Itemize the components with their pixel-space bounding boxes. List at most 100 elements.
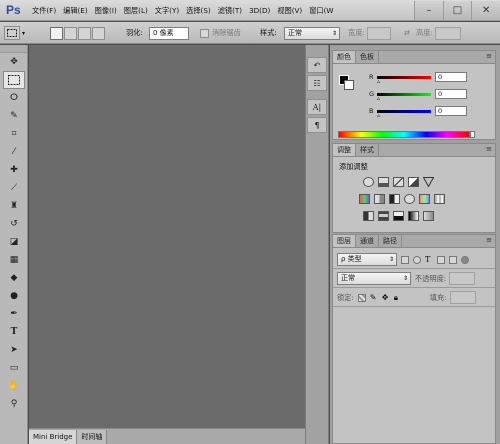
filter-toggle-icon[interactable] [461,255,469,264]
zoom-icon[interactable]: ⚲ [0,395,28,413]
feather-input[interactable]: 0 像素 [149,26,189,40]
selective-color-icon[interactable] [423,211,434,221]
color-balance-icon[interactable] [374,194,385,204]
healing-icon[interactable]: ✚ [0,161,28,179]
pixel-filter-icon[interactable] [401,255,409,264]
blur-icon[interactable]: ◆ [0,269,28,287]
menu-select[interactable]: 选择(S) [186,6,211,16]
quick-select-icon[interactable]: ✎ [0,107,28,125]
lock-position-icon[interactable]: ✥ [382,293,390,302]
stamp-icon[interactable]: ♜ [0,197,28,215]
brush-icon[interactable]: ⟋ [0,179,28,197]
color-spectrum-bar[interactable] [338,131,470,138]
spectrum-white-swatch[interactable] [470,131,475,138]
tab-color[interactable]: 颜色 [333,51,356,63]
menu-file[interactable]: 文件(F) [32,6,56,16]
new-selection-button[interactable] [50,26,63,40]
restore-button[interactable]: □ [442,1,472,20]
tab-styles[interactable]: 样式 [356,144,379,156]
pen-icon[interactable]: ✒ [0,305,28,323]
intersect-selection-button[interactable] [92,26,105,40]
menu-edit[interactable]: 编辑(E) [63,6,88,16]
shape-icon[interactable]: ▭ [0,359,28,377]
width-input[interactable] [366,26,391,40]
subtract-selection-button[interactable] [78,26,91,40]
character-panel-icon[interactable]: A| [307,99,327,115]
brightness-icon[interactable] [363,177,374,187]
lock-pixels-icon[interactable]: ✎ [370,293,378,302]
menu-layer[interactable]: 图层(L) [124,6,148,16]
crop-icon[interactable]: ⌗ [0,125,28,143]
gradient-map-icon[interactable] [408,211,419,221]
height-input[interactable] [434,26,461,40]
type-filter-icon[interactable]: T [425,255,433,264]
red-channel-slider[interactable] [377,75,431,79]
tab-mini-bridge[interactable]: Mini Bridge [29,430,78,444]
close-button[interactable]: ✕ [471,1,500,20]
tool-preset-picker[interactable]: ▾ [4,25,25,41]
green-slider-knob[interactable]: ▵ [377,95,380,102]
lasso-icon[interactable]: ⵔ [0,89,28,107]
smart-object-filter-icon[interactable] [449,255,457,264]
vibrance-icon[interactable] [422,177,435,188]
add-selection-button[interactable] [64,26,77,40]
move-icon[interactable]: ✥ [0,53,28,71]
menu-3d[interactable]: 3D(D) [249,6,270,15]
green-channel-value[interactable]: 0 [435,89,467,99]
hue-saturation-icon[interactable] [359,194,370,204]
opacity-input[interactable] [449,272,476,285]
tab-timeline[interactable]: 时间轴 [77,430,108,444]
document-canvas-area[interactable] [29,45,305,428]
antialias-checkbox[interactable] [200,28,209,38]
fill-input[interactable] [449,291,476,304]
marquee-icon[interactable] [3,71,25,89]
menu-window[interactable]: 窗口(W [309,6,333,16]
red-slider-knob[interactable]: ▵ [377,78,380,85]
eyedropper-icon[interactable]: ⁄ [0,143,28,161]
background-color-swatch[interactable] [344,80,354,90]
tab-swatches[interactable]: 色板 [356,51,379,63]
panel-menu-icon[interactable]: ≡ [486,145,492,153]
posterize-icon[interactable] [378,211,389,221]
dodge-icon[interactable]: ● [0,287,28,305]
properties-panel-icon[interactable]: ☷ [307,75,327,91]
tab-channels[interactable]: 通道 [356,235,379,247]
invert-icon[interactable] [363,211,374,221]
blue-channel-slider[interactable] [377,109,431,113]
green-channel-slider[interactable] [377,92,431,96]
path-select-icon[interactable]: ➤ [0,341,28,359]
swap-icon[interactable]: ⇄ [404,29,410,37]
shape-filter-icon[interactable] [437,255,445,264]
blend-mode-select[interactable]: 正常 ⇕ [337,272,411,285]
eraser-icon[interactable]: ◪ [0,233,28,251]
adjustment-filter-icon[interactable] [413,255,421,264]
menu-type[interactable]: 文字(Y) [155,6,179,16]
tab-layers[interactable]: 图层 [333,235,356,247]
type-icon[interactable]: T [0,323,28,341]
menu-filter[interactable]: 滤镜(T) [218,6,242,16]
levels-icon[interactable] [378,177,389,187]
exposure-icon[interactable] [408,177,419,187]
paragraph-panel-icon[interactable]: ¶ [307,117,327,133]
panel-menu-icon[interactable]: ≡ [486,236,492,244]
blue-channel-value[interactable]: 0 [435,106,467,116]
lock-transparent-icon[interactable] [357,293,366,302]
gradient-icon[interactable]: ▦ [0,251,28,269]
threshold-icon[interactable] [393,211,404,221]
layers-list[interactable] [333,307,495,443]
tab-adjustments[interactable]: 调整 [333,144,356,156]
menu-view[interactable]: 视图(V) [277,6,302,16]
history-brush-icon[interactable]: ↺ [0,215,28,233]
red-channel-value[interactable]: 0 [435,72,467,82]
tab-paths[interactable]: 路径 [379,235,402,247]
history-panel-icon[interactable]: ↶ [307,57,327,73]
menu-image[interactable]: 图像(I) [95,6,117,16]
channel-mixer-icon[interactable] [419,194,430,204]
layer-filter-select[interactable]: ρ 类型 ⇕ [337,253,397,266]
color-lookup-icon[interactable] [434,194,445,204]
curves-icon[interactable] [393,177,404,187]
minimize-button[interactable]: – [414,1,443,20]
photo-filter-icon[interactable] [404,194,415,204]
blue-slider-knob[interactable]: ▵ [377,112,380,119]
lock-all-icon[interactable]: 🔒︎ [394,293,402,302]
